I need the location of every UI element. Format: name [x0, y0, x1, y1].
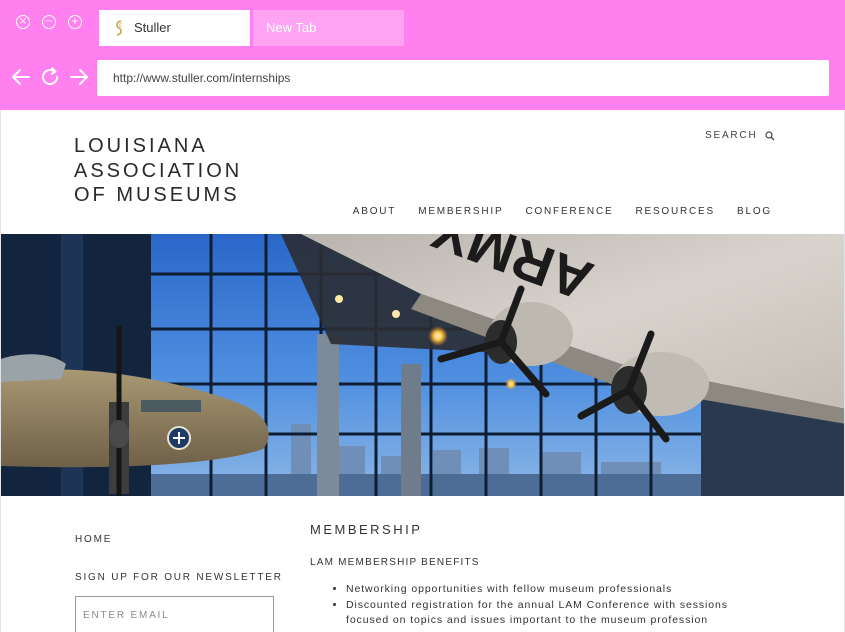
browser-chrome: × − + Stuller New Tab http://www.stuller… — [0, 0, 845, 110]
email-input[interactable] — [75, 596, 274, 632]
list-item: Networking opportunities with fellow mus… — [346, 582, 766, 598]
page-title: MEMBERSHIP — [310, 522, 423, 537]
list-item: Discounted registration for the annual L… — [346, 598, 766, 629]
tab-stuller[interactable]: Stuller — [99, 10, 250, 46]
logo-line-1: LOUISIANA — [74, 135, 208, 157]
sidebar-home-link[interactable]: HOME — [75, 534, 112, 545]
hero-image: ARMY — [1, 234, 844, 496]
section-subtitle: LAM MEMBERSHIP BENEFITS — [310, 557, 480, 568]
nav-resources[interactable]: RESOURCES — [635, 206, 715, 217]
search-label: SEARCH — [705, 130, 758, 141]
logo-line-3: OF MUSEUMS — [74, 184, 240, 206]
reload-icon[interactable] — [39, 66, 61, 88]
nav-conference[interactable]: CONFERENCE — [525, 206, 613, 217]
nav-about[interactable]: ABOUT — [353, 206, 396, 217]
benefits-list: Networking opportunities with fellow mus… — [329, 582, 766, 629]
close-icon[interactable]: × — [16, 15, 30, 29]
forward-arrow-icon[interactable] — [68, 66, 90, 88]
back-arrow-icon[interactable] — [10, 66, 32, 88]
tab-label: New Tab — [266, 20, 317, 35]
newsletter-heading: SIGN UP FOR OUR NEWSLETTER — [75, 572, 283, 583]
main-nav: ABOUT MEMBERSHIP CONFERENCE RESOURCES BL… — [353, 206, 772, 217]
browser-window: × − + Stuller New Tab http://www.stuller… — [0, 0, 845, 632]
logo-line-2: ASSOCIATION — [74, 159, 243, 182]
tab-label: Stuller — [134, 20, 171, 35]
site-logo[interactable]: LOUISIANA ASSOCIATION OF MUSEUMS — [74, 134, 242, 208]
web-page: LOUISIANA ASSOCIATION OF MUSEUMS SEARCH … — [0, 110, 845, 632]
minimize-icon[interactable]: − — [42, 15, 56, 29]
address-bar[interactable]: http://www.stuller.com/internships — [97, 60, 829, 96]
nav-blog[interactable]: BLOG — [737, 206, 772, 217]
search-icon — [765, 130, 775, 140]
nav-membership[interactable]: MEMBERSHIP — [418, 206, 503, 217]
museum-hangar-photo: ARMY — [1, 234, 844, 496]
maximize-icon[interactable]: + — [68, 15, 82, 29]
search-link[interactable]: SEARCH — [705, 130, 775, 141]
tab-new-tab[interactable]: New Tab — [253, 10, 404, 46]
stuller-favicon-icon — [116, 20, 123, 36]
